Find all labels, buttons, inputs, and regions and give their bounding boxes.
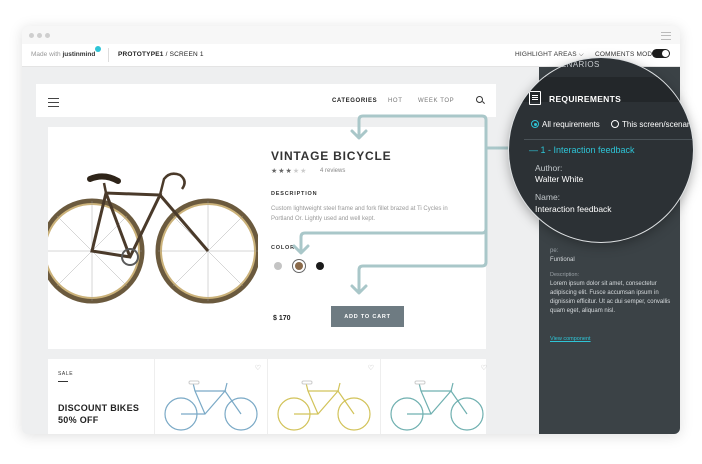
author-value: Walter White [535,174,584,184]
requirement-item-title[interactable]: — 1 - Interaction feedback [529,145,635,155]
active-tab-indicator [519,84,521,104]
all-requirements-label: All requirements [542,120,600,129]
requirements-title[interactable]: REQUIREMENTS [549,94,621,104]
name-label: Name: [535,192,561,202]
magnified-requirements-view: SCENARIOS REQUIREMENTS All requirements … [509,58,693,242]
lens-divider [524,139,693,140]
requirements-document-icon [529,91,541,105]
name-value: Interaction feedback [535,204,612,214]
author-label: Author: [535,163,563,173]
this-screen-label: This screen/scenario [622,120,693,129]
this-screen-radio[interactable] [611,120,619,128]
scenarios-tab[interactable]: SCENARIOS [549,60,600,69]
all-requirements-radio[interactable] [531,120,539,128]
